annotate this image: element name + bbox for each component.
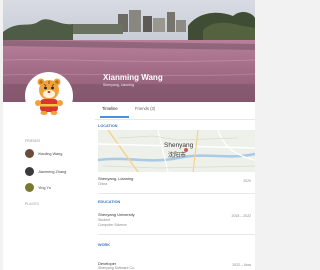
friend-item[interactable]: Jianmeng Zhang	[25, 167, 85, 177]
location-date: 2020	[243, 179, 251, 183]
education-detail: Computer Science	[98, 223, 127, 227]
education-detail: Student	[98, 218, 111, 222]
section-divider	[98, 234, 255, 235]
active-tab-indicator	[100, 116, 129, 118]
location-map[interactable]: Shenyang 沈阳市	[98, 130, 255, 172]
location-line: Shenyang, Liaoning	[98, 176, 134, 181]
tab-friends[interactable]: Friends (3)	[135, 106, 155, 111]
location-country: China	[98, 182, 108, 186]
places-heading: PLACES	[25, 202, 39, 206]
friend-name: Xiaoling Wang	[38, 151, 63, 156]
work-detail: Shenyang Software Co.	[98, 266, 135, 270]
friend-name: Ying Yu	[38, 185, 51, 190]
friends-heading: FRIENDS	[25, 139, 41, 143]
map-city-label: Shenyang	[164, 142, 194, 149]
location-heading: LOCATION	[98, 124, 118, 128]
profile-subtitle: Shenyang, Liaoning	[103, 83, 134, 87]
tabs-divider	[95, 119, 255, 120]
profile-name: Xianming Wang	[103, 73, 163, 82]
profile-card: Xianming Wang Shenyang, Liaoning Timelin…	[3, 0, 255, 270]
section-divider	[98, 193, 255, 194]
friend-avatar	[25, 183, 34, 192]
education-date: 2018 – 2022	[231, 214, 251, 218]
education-heading: EDUCATION	[98, 200, 121, 204]
tab-timeline[interactable]: Timeline	[102, 106, 118, 111]
work-date: 2022 – Now	[232, 263, 251, 267]
friend-item[interactable]: Ying Yu	[25, 183, 85, 193]
friend-avatar	[25, 167, 34, 176]
avatar[interactable]	[25, 72, 73, 120]
friend-item[interactable]: Xiaoling Wang	[25, 149, 85, 159]
friend-avatar	[25, 149, 34, 158]
education-school[interactable]: Shenyang University	[98, 212, 135, 217]
map-city-label-zh: 沈阳市	[168, 152, 187, 159]
work-heading: WORK	[98, 243, 111, 247]
friend-name: Jianmeng Zhang	[38, 169, 67, 174]
